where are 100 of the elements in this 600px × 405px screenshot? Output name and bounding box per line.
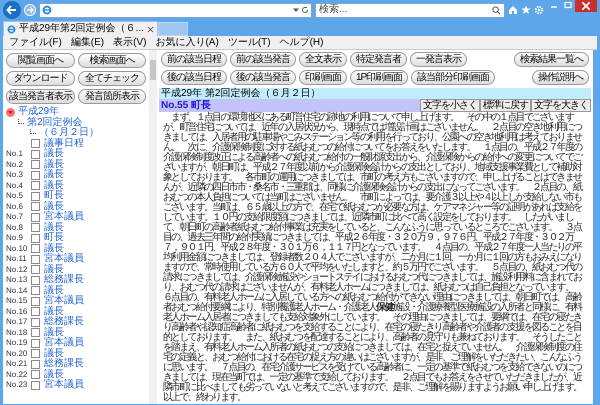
speaker-link[interactable]: 宮本議員 <box>44 338 84 348</box>
checkbox[interactable] <box>31 338 40 348</box>
star-icon[interactable] <box>521 5 531 15</box>
menu-item[interactable]: 編集(E) <box>70 38 104 48</box>
dropdown-icon[interactable] <box>293 7 299 13</box>
checkbox[interactable] <box>31 360 40 369</box>
menu-item[interactable]: ファイル(F) <box>9 38 62 48</box>
checkbox[interactable] <box>31 296 40 306</box>
search-field[interactable]: 検索... <box>315 2 505 18</box>
sidebar-button[interactable]: 検索画面へ <box>78 53 146 68</box>
toolbar-button[interactable]: 前の該当発言 <box>230 52 296 67</box>
speaker-link[interactable]: 宮本議員 <box>44 296 84 306</box>
checkbox[interactable] <box>31 254 40 264</box>
toolbar-button[interactable]: 特定発言者 <box>350 52 407 67</box>
speech-number: No.12 <box>6 266 28 274</box>
browser-tab[interactable]: 平成29年第2回定例会（６... <box>3 21 158 36</box>
checkbox[interactable] <box>31 286 40 296</box>
scrollbar[interactable] <box>149 50 157 404</box>
speaker-link[interactable]: 議長 <box>44 306 64 317</box>
speaker-link[interactable]: 宮本議員 <box>44 254 84 264</box>
settings-icon[interactable] <box>534 5 544 15</box>
checkbox[interactable] <box>31 244 40 254</box>
checkbox[interactable] <box>31 276 40 285</box>
checkbox[interactable] <box>31 318 40 327</box>
speaker-link[interactable]: 総務課長 <box>44 359 84 370</box>
speaker-link[interactable]: 総務課長 <box>44 317 84 328</box>
toolbar-button[interactable]: 後の該当日程 <box>161 70 227 85</box>
close-icon[interactable] <box>575 0 597 12</box>
menu-item[interactable]: お気に入り(A) <box>155 38 219 48</box>
toolbar-button[interactable]: 前の該当日程 <box>161 52 227 67</box>
speaker-link[interactable]: 総務課長 <box>44 275 84 286</box>
address-field[interactable] <box>39 2 312 18</box>
toolbar-button[interactable]: 一発言表示 <box>410 52 467 67</box>
home-icon[interactable] <box>508 5 518 15</box>
tree-item[interactable]: 平成29年 <box>18 107 60 118</box>
checkbox[interactable] <box>31 223 40 232</box>
speaker-link[interactable]: 議長 <box>44 348 64 359</box>
checkbox[interactable] <box>31 160 40 170</box>
forward-icon[interactable] <box>24 4 36 16</box>
checkbox[interactable] <box>31 265 40 274</box>
tree-line-icon <box>30 129 36 134</box>
checkbox[interactable] <box>31 328 40 338</box>
font-size-button[interactable]: 標準に戻す <box>480 99 531 112</box>
speaker-link[interactable]: 議長 <box>44 286 64 296</box>
speaker-link[interactable]: 町長 <box>44 191 64 202</box>
font-size-button[interactable]: 文字を小さく <box>420 99 480 112</box>
menu-item[interactable]: ヘルプ(H) <box>280 38 324 48</box>
menu-item[interactable]: 表示(V) <box>113 38 146 48</box>
speaker-link[interactable]: 議長 <box>44 149 64 160</box>
expander-icon[interactable] <box>6 108 15 117</box>
toolbar-button[interactable]: 操作説明へ <box>532 70 589 85</box>
speech-number: No.18 <box>6 328 28 337</box>
checkbox[interactable] <box>31 170 40 180</box>
checkbox[interactable] <box>31 181 40 190</box>
speaker-link[interactable]: 議長 <box>44 202 64 212</box>
speaker-link[interactable]: 議長 <box>44 170 64 180</box>
speaker-link[interactable]: 町長 <box>44 233 64 244</box>
speech-number: No.16 <box>6 308 28 316</box>
checkbox[interactable] <box>31 202 40 212</box>
speaker-link[interactable]: 議長 <box>44 160 64 170</box>
sidebar-button[interactable]: ダウンロード <box>6 71 74 86</box>
toolbar-button[interactable]: 検索結果一覧へ <box>514 52 589 67</box>
speech-text: まず、１点目の環境地区にある町営住宅の跡地の利用について申し上げます。 その中の１点目でございますが、町営住宅については、近年の入居状況から、現時点では増設計画はございません。 ２点目の空き地利用につきましては、入居者用の駐車場やごみステーション等の利用を行っており、公園への空き地利用は考えておりません。 次に、介護保険制度に対する紙おむつの給付についてをお答えをいたします。 １点目の、平成２７年度の介護保険制度改正による高齢者への紙おむつ給付の一般財源支出から、介護保険からの給付への変更についてでございますが、朝日町は、平成２７年度以前から介護保険会計からの支出としており、地域支援事業費として補助対象としております。 各市町の運用につきましては、市町の考え方もございますので、申し上げることはできませんが、近隣の四日市市・桑名市・三重郡は、同様に介護保険会計からの支出になってございます。 ２点目の、紙おむつの本人負担については当町はございません。 市町によっては、要介護３以上や４以上しか支給しない市もございます。当町は、６５歳以上の方で、在宅で紙おむつが必要な方は、ケアマネジャー等の証明があれば支給をしています。１０円の支給限度額につきましては、近隣市町に比べて高く設定をしております。 したがいまして、朝日町の高齢者紙おむつ給付事業は充実をしていると、こんなふうに思っているところでございます。 ３点目の、過去三年間の給付実績につきましては、平成２６年度・３２０万９，９７６円、平成２７年度・３０２万７，９０１円、平成２８年度・３０１万６，１１７円となっています。 ４点目の、平成２７年度一人当たりの平均利用金額につきましては、登録者数２０４人でございますが、二か月に１回、一か月に１回の方もおみえになりますので、常時使用している方６０人で平均をいたしますと、約５万円でございます。 ５点目の、紙おむつ代の請求につきましては、介護保険施設やショートステイにおけるおむつ代につきましては、施設利用料に含まれており、おむつ代の請求はございませんが、有料老人ホームにつきましては、紙おむつは自己負担となっています。 ６点目の、有料老人ホームに入居している方への紙おむつ給付ができない理由につきましては、朝日町では、高齢者おむつ給付要綱により、特別養護老人ホーム・介護老人保健施設・介護療養型医療施設の入所者と同様に、有料老人ホーム入居者につきましても支給対象外にしています。 その理由につきましては、要綱では、在宅の寝たきり高齢者や認知症高齢者に紙おむつを支給することにより、在宅の寝たきり高齢者や介護者の支援を図ることを目的としております。 また、紙おむつを配達することにより、高齢者の見守りも兼ねております。 そうしたことを踏まえ、有料老人ホーム入所者の紙おむつの支給につきましては、在宅と捉えていません。 介護保険制度の住宅の定義と、おむつ給付における在宅の捉え方の違いはございますが、是非、ご理解をいただきたい、こんなふうに思います。 ７点目の、在宅介護サービスを受けている高齢者に、一定の基準で紙おむつを支給できないのにつきましては、現在当町では、一定の基準で支給しております。 ２点目でもお答えをさせていただきましたが、近隣市町に比べましても劣っていないと考えてございますので、是非、ご理解を賜りますようお願い申し上げます。 以上で、終わります。 <box>163 113 583 403</box>
checkbox[interactable] <box>31 212 40 222</box>
speaker-link[interactable]: 議長 <box>44 328 64 338</box>
back-icon[interactable] <box>3 1 21 19</box>
font-size-button[interactable]: 文字を大きく <box>531 99 591 112</box>
checkbox[interactable] <box>31 349 40 358</box>
agenda-link[interactable]: 議事日程 <box>44 138 84 149</box>
refresh-icon[interactable] <box>301 6 309 14</box>
toolbar-button[interactable]: 該当部分印刷画面 <box>411 70 496 85</box>
sidebar-button[interactable]: 該当発言者表示 <box>6 89 74 104</box>
checkbox[interactable] <box>31 370 40 380</box>
speaker-link[interactable]: 議長 <box>44 370 64 380</box>
toolbar-button[interactable]: 全文表示 <box>299 52 347 67</box>
speaker-link[interactable]: 議長 <box>44 244 64 254</box>
checkbox[interactable] <box>31 380 40 390</box>
toolbar-button[interactable]: 印刷画面 <box>299 70 347 85</box>
sidebar-button[interactable]: 全てチェック <box>78 71 146 86</box>
speaker-link[interactable]: 宮本議員 <box>44 212 84 222</box>
speaker-link[interactable]: 議長 <box>44 264 64 275</box>
toolbar-button[interactable]: 1P印刷画面 <box>350 70 408 85</box>
speaker-link[interactable]: 宮本議員 <box>44 380 84 390</box>
browser-logo-icon <box>42 5 52 15</box>
checkbox[interactable] <box>31 139 40 148</box>
checkbox[interactable] <box>31 234 40 243</box>
toolbar-button[interactable]: 後の該当発言 <box>230 70 296 85</box>
checkbox[interactable] <box>31 192 40 201</box>
search-icon[interactable] <box>492 6 501 14</box>
checkbox[interactable] <box>31 150 40 159</box>
close-icon[interactable] <box>147 26 154 32</box>
speaker-link[interactable]: 議長 <box>44 180 64 191</box>
tree-item[interactable]: （６月２日） <box>39 128 99 138</box>
sidebar-button[interactable]: 閲覧画面へ <box>6 53 74 68</box>
checkbox[interactable] <box>31 307 40 316</box>
tree-item[interactable]: 第2回定例会 <box>27 118 83 128</box>
menu-item[interactable]: ツール(T) <box>228 38 271 48</box>
speaker-link[interactable]: 議長 <box>44 222 64 233</box>
speech-number: No.11 <box>6 255 28 264</box>
sidebar-button[interactable]: 発言箇所表示 <box>78 89 146 104</box>
